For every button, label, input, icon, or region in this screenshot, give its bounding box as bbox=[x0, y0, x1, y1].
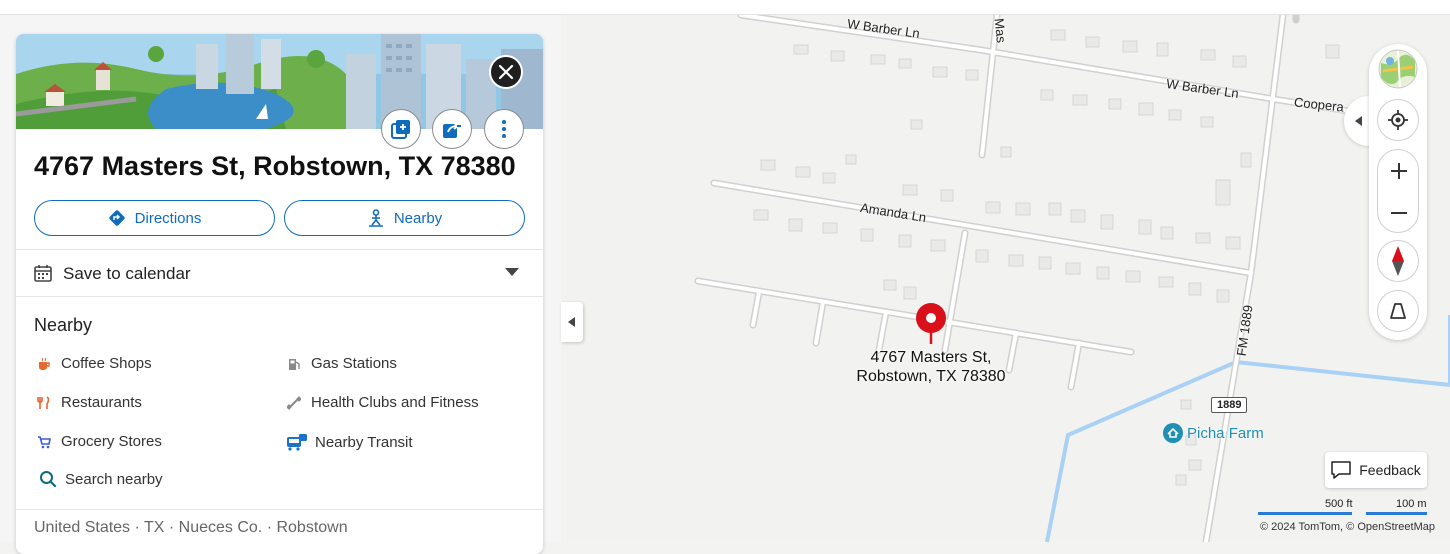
calendar-label: Save to calendar bbox=[63, 264, 191, 283]
category-label: Coffee Shops bbox=[61, 355, 152, 372]
chevron-left-icon bbox=[568, 317, 575, 327]
scale-bar-feet bbox=[1258, 512, 1352, 515]
restaurant-icon bbox=[34, 395, 54, 410]
map-style-icon bbox=[1378, 49, 1418, 89]
top-bar bbox=[0, 0, 1450, 15]
map-copyright[interactable]: © 2024 TomTom, © OpenStreetMap bbox=[1260, 521, 1435, 533]
chevron-down-icon[interactable] bbox=[505, 268, 519, 277]
search-icon bbox=[38, 470, 58, 488]
tilt-button[interactable] bbox=[1377, 290, 1419, 332]
category-label: Gas Stations bbox=[311, 355, 397, 372]
locate-icon bbox=[1388, 110, 1408, 130]
feedback-label: Feedback bbox=[1359, 462, 1421, 478]
zoom-out-button[interactable] bbox=[1378, 192, 1420, 234]
share-icon bbox=[443, 122, 461, 138]
collection-add-icon bbox=[391, 120, 410, 139]
pin-label-line-2: Robstown, TX 78380 bbox=[856, 368, 1006, 385]
location-pin-icon[interactable] bbox=[914, 302, 948, 346]
divider bbox=[16, 509, 543, 510]
pin-label: 4767 Masters St, Robstown, TX 78380 bbox=[835, 348, 1027, 386]
scale-meter-label: 100 m bbox=[1396, 498, 1427, 510]
divider bbox=[16, 296, 543, 297]
share-button[interactable] bbox=[432, 109, 472, 149]
close-button[interactable] bbox=[489, 55, 523, 89]
close-icon bbox=[498, 64, 514, 80]
category-label: Nearby Transit bbox=[315, 433, 413, 451]
farm-icon bbox=[1163, 423, 1183, 443]
feedback-button[interactable]: Feedback bbox=[1325, 452, 1427, 488]
plus-icon bbox=[1391, 163, 1407, 179]
zoom-controls bbox=[1377, 149, 1419, 233]
scale-feet-label: 500 ft bbox=[1325, 498, 1353, 510]
search-nearby-label: Search nearby bbox=[65, 470, 163, 488]
route-shield: 1889 bbox=[1211, 397, 1248, 413]
nearby-heading: Nearby bbox=[34, 315, 93, 335]
map-roads-layer bbox=[694, 15, 1450, 542]
pin-label-line-1: 4767 Masters St, bbox=[870, 349, 992, 366]
nearby-category-coffee[interactable]: Coffee Shops bbox=[34, 355, 152, 372]
save-to-calendar-row[interactable]: Save to calendar bbox=[16, 250, 543, 297]
category-label: Health Clubs and Fitness bbox=[311, 394, 479, 411]
collapse-panel-button[interactable] bbox=[561, 302, 583, 342]
nearby-category-transit[interactable]: Nearby Transit bbox=[286, 433, 413, 451]
map-controls bbox=[1369, 44, 1427, 340]
search-nearby-link[interactable]: Search nearby bbox=[38, 470, 163, 488]
coffee-icon bbox=[34, 357, 54, 371]
cart-icon bbox=[34, 435, 54, 449]
map-style-button[interactable] bbox=[1377, 48, 1419, 90]
poi-label: Picha Farm bbox=[1187, 424, 1264, 442]
fitness-icon bbox=[284, 395, 304, 410]
add-to-collection-button[interactable] bbox=[381, 109, 421, 149]
nearby-category-restaurants[interactable]: Restaurants bbox=[34, 394, 142, 411]
breadcrumb: United States · TX · Nueces Co. · Robsto… bbox=[34, 519, 348, 536]
nearby-category-gas[interactable]: Gas Stations bbox=[284, 355, 397, 372]
category-label: Grocery Stores bbox=[61, 433, 162, 450]
place-title: 4767 Masters St, Robstown, TX 78380 bbox=[34, 151, 516, 181]
nearby-person-icon bbox=[368, 209, 383, 227]
nearby-category-fitness[interactable]: Health Clubs and Fitness bbox=[284, 394, 479, 411]
scale-bar-meters bbox=[1366, 512, 1427, 515]
feedback-icon bbox=[1331, 461, 1351, 479]
minus-icon bbox=[1391, 212, 1407, 214]
more-options-button[interactable] bbox=[484, 109, 524, 149]
nearby-label: Nearby bbox=[393, 209, 443, 227]
transit-icon bbox=[286, 433, 308, 451]
directions-button[interactable]: Directions bbox=[34, 200, 275, 236]
zoom-in-button[interactable] bbox=[1378, 150, 1420, 192]
place-card: 4767 Masters St, Robstown, TX 78380 Dire… bbox=[16, 34, 543, 554]
compass-button[interactable] bbox=[1377, 240, 1419, 282]
category-label: Restaurants bbox=[61, 394, 142, 411]
nearby-button[interactable]: Nearby bbox=[284, 200, 525, 236]
poi-picha-farm[interactable]: Picha Farm bbox=[1162, 422, 1264, 444]
calendar-icon bbox=[34, 265, 52, 282]
locate-me-button[interactable] bbox=[1377, 99, 1419, 141]
directions-label: Directions bbox=[134, 209, 202, 227]
nearby-category-grocery[interactable]: Grocery Stores bbox=[34, 433, 162, 450]
map-canvas[interactable]: W Barber Ln W Barber Ln Coopera Amanda L… bbox=[561, 15, 1450, 542]
directions-icon bbox=[108, 210, 125, 226]
road-label-masters: Mas bbox=[991, 17, 1010, 44]
more-vertical-icon bbox=[502, 120, 506, 138]
chevron-left-icon bbox=[1355, 116, 1362, 126]
tilt-icon bbox=[1390, 303, 1406, 319]
gas-station-icon bbox=[284, 357, 304, 371]
compass-icon bbox=[1392, 246, 1404, 276]
